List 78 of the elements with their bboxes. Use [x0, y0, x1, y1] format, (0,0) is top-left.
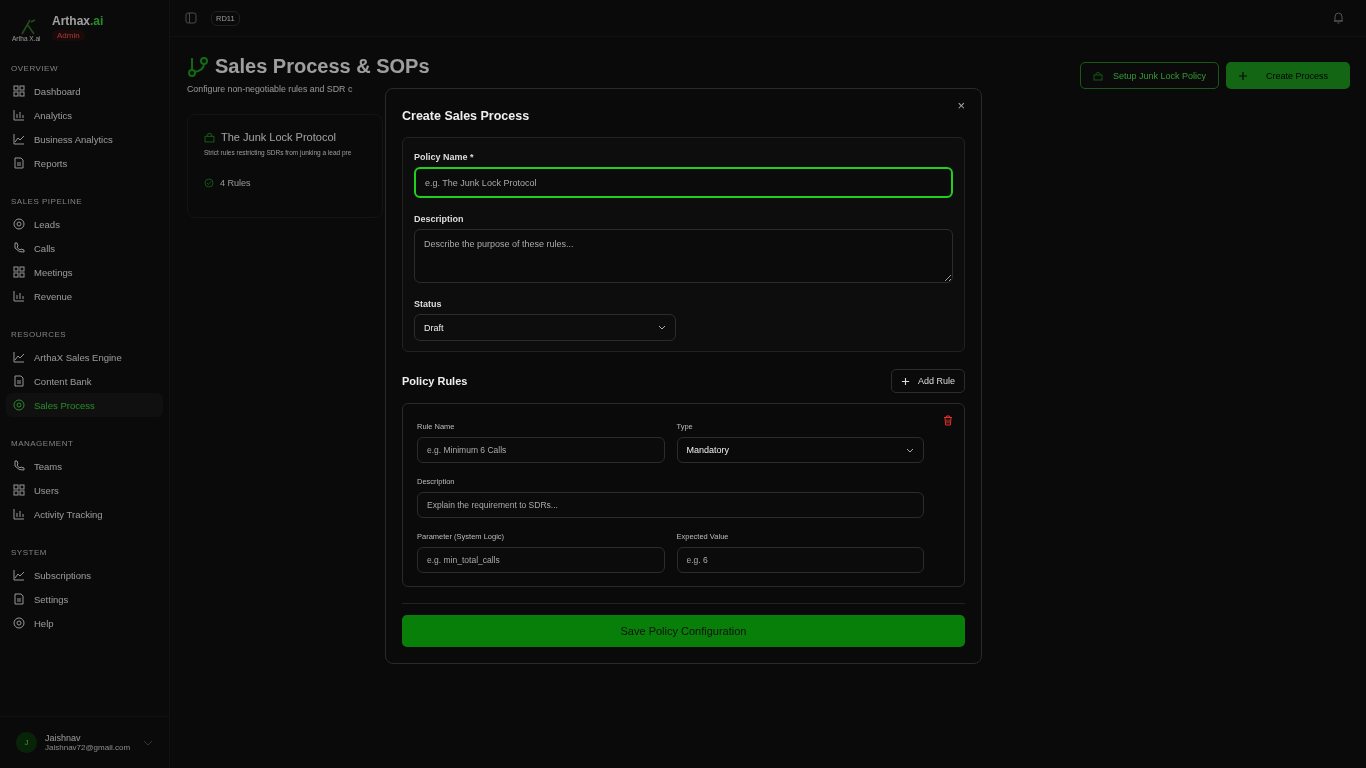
- policy-button[interactable]: Setup Junk Lock Policy: [1079, 62, 1219, 89]
- field-label: Description: [414, 214, 464, 224]
- document-icon: [13, 375, 25, 387]
- line-chart-icon: [13, 133, 25, 145]
- phone-icon: [13, 242, 25, 254]
- nav-item[interactable]: Analytics: [6, 103, 163, 127]
- nav-item[interactable]: Settings: [6, 587, 163, 611]
- plus-icon: [1237, 70, 1248, 81]
- page-title: Sales Process & SOPs: [215, 55, 430, 78]
- phone-icon: [13, 460, 25, 472]
- trash-icon[interactable]: [943, 415, 953, 426]
- section-title: OVERVIEW: [11, 64, 59, 73]
- rule-count: 4 Rules: [220, 178, 251, 188]
- document-icon: [13, 157, 25, 169]
- expected-value-field[interactable]: e.g. 6: [676, 547, 924, 573]
- brand-name: Arthax.ai: [52, 14, 104, 28]
- nav-item[interactable]: Leads: [6, 212, 163, 236]
- nav-item[interactable]: Teams: [6, 454, 163, 478]
- bar-chart-icon: [13, 109, 25, 121]
- parameter-field[interactable]: e.g. min_total_calls: [417, 547, 665, 573]
- nav-item[interactable]: ArthaX Sales Engine: [6, 345, 163, 369]
- role-badge: Admin: [52, 30, 85, 41]
- logo-icon: [18, 18, 38, 36]
- nav-item[interactable]: Revenue: [6, 284, 163, 308]
- nav-item[interactable]: Meetings: [6, 260, 163, 284]
- user-email: Jaishnav72@gmail.com: [45, 743, 132, 752]
- circle-icon: [13, 617, 25, 629]
- sidebar-toggle-icon[interactable]: [185, 12, 197, 24]
- modal-title: Create Sales Process: [402, 109, 530, 123]
- field-label: Policy Name *: [414, 152, 474, 162]
- type-select[interactable]: Mandatory: [676, 437, 924, 463]
- grid-icon: [13, 484, 25, 496]
- nav-item[interactable]: Subscriptions: [6, 563, 163, 587]
- nav-item[interactable]: Reports: [6, 151, 163, 175]
- check-circle-icon: [204, 178, 214, 188]
- lock-icon: [1092, 70, 1103, 81]
- close-button[interactable]: ×: [957, 99, 965, 112]
- user-name: Jaishnav: [45, 733, 82, 743]
- section-title: Policy Rules: [402, 375, 468, 387]
- rule-name-field[interactable]: e.g. Minimum 6 Calls: [417, 437, 665, 463]
- chevron-down-icon: [658, 325, 666, 330]
- section-title: SALES PIPELINE: [11, 197, 84, 206]
- circle-icon: [13, 218, 25, 230]
- grid-icon: [13, 85, 25, 97]
- line-chart-icon: [13, 351, 25, 363]
- nav-item[interactable]: Content Bank: [6, 369, 163, 393]
- chevron-down-icon: [906, 447, 914, 453]
- branch-icon: [187, 55, 209, 78]
- chevron-down-icon[interactable]: [143, 739, 153, 746]
- add-rule-button[interactable]: Add Rule: [890, 369, 965, 393]
- nav-item[interactable]: Dashboard: [6, 79, 163, 103]
- field-label: Status: [414, 299, 442, 309]
- bell-icon[interactable]: [1333, 12, 1344, 24]
- bar-chart-icon: [13, 508, 25, 520]
- line-chart-icon: [13, 569, 25, 581]
- nav-item[interactable]: Activity Tracking: [6, 502, 163, 526]
- section-title: MANAGEMENT: [11, 439, 75, 448]
- nav-item[interactable]: Users: [6, 478, 163, 502]
- rule-description-field[interactable]: Explain the requirement to SDRs...: [417, 492, 924, 518]
- lock-icon: [204, 131, 215, 143]
- policy-name-field[interactable]: e.g. The Junk Lock Protocol: [414, 167, 953, 198]
- plus-icon: [900, 376, 910, 386]
- user-avatar: J: [16, 732, 37, 753]
- nav-item[interactable]: Sales Process: [6, 393, 163, 417]
- grid-icon: [13, 266, 25, 278]
- circle-icon: [13, 399, 25, 411]
- page-subtitle: Configure non-negotiable rules and SDR c: [187, 84, 354, 94]
- save-button[interactable]: Save Policy Configuration: [402, 615, 965, 647]
- section-title: SYSTEM: [11, 548, 48, 557]
- document-icon: [13, 593, 25, 605]
- nav-item[interactable]: Business Analytics: [6, 127, 163, 151]
- card-title: The Junk Lock Protocol: [221, 131, 336, 143]
- nav-item[interactable]: Help: [6, 611, 163, 635]
- bar-chart-icon: [13, 290, 25, 302]
- section-title: RESOURCES: [11, 330, 68, 339]
- nav-item[interactable]: Calls: [6, 236, 163, 260]
- status-select[interactable]: Draft: [414, 314, 676, 341]
- description-field[interactable]: Describe the purpose of these rules...: [414, 229, 953, 283]
